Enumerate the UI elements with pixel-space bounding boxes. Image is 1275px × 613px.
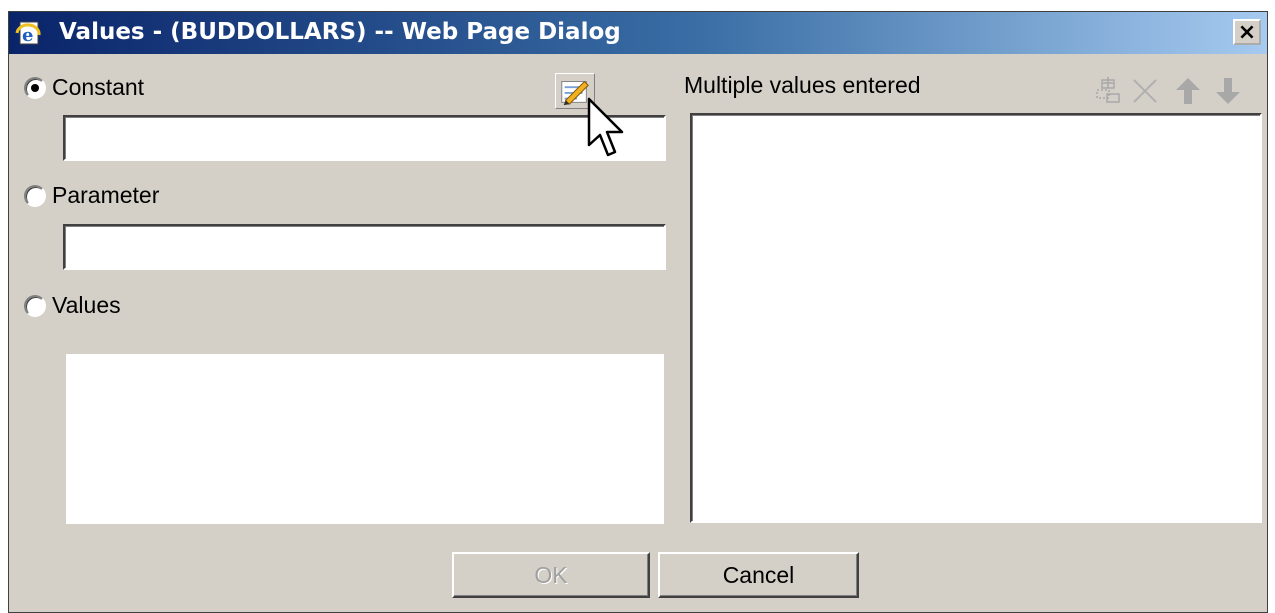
parameter-label: Parameter — [52, 182, 160, 208]
move-down-icon[interactable] — [1214, 76, 1242, 106]
ie-page-icon: e — [15, 21, 41, 46]
multiple-values-label: Multiple values entered — [684, 72, 921, 98]
values-list[interactable] — [66, 354, 664, 524]
close-icon: × — [1237, 19, 1257, 45]
multiple-values-list[interactable] — [690, 113, 1262, 523]
add-icon[interactable] — [1094, 76, 1122, 106]
constant-input[interactable] — [63, 115, 666, 161]
constant-option[interactable]: Constant — [24, 74, 144, 101]
ok-button[interactable]: OK — [452, 552, 650, 598]
parameter-radio[interactable] — [24, 184, 46, 207]
cancel-button[interactable]: Cancel — [658, 552, 859, 598]
window-title: Values - (BUDDOLLARS) -- Web Page Dialog — [59, 19, 621, 45]
values-radio[interactable] — [24, 294, 46, 317]
values-dialog: e Values - (BUDDOLLARS) -- Web Page Dial… — [8, 11, 1268, 613]
mouse-cursor-icon — [587, 97, 624, 157]
delete-icon[interactable] — [1131, 76, 1159, 106]
title-bar[interactable]: e Values - (BUDDOLLARS) -- Web Page Dial… — [9, 12, 1267, 54]
parameter-input[interactable] — [63, 224, 666, 270]
constant-radio[interactable] — [24, 76, 46, 99]
values-label: Values — [52, 292, 121, 318]
svg-text:e: e — [22, 25, 33, 46]
constant-label: Constant — [52, 74, 145, 100]
close-button[interactable]: × — [1233, 19, 1261, 45]
move-up-icon[interactable] — [1174, 76, 1202, 106]
values-option[interactable]: Values — [24, 292, 121, 319]
parameter-option[interactable]: Parameter — [24, 182, 159, 209]
